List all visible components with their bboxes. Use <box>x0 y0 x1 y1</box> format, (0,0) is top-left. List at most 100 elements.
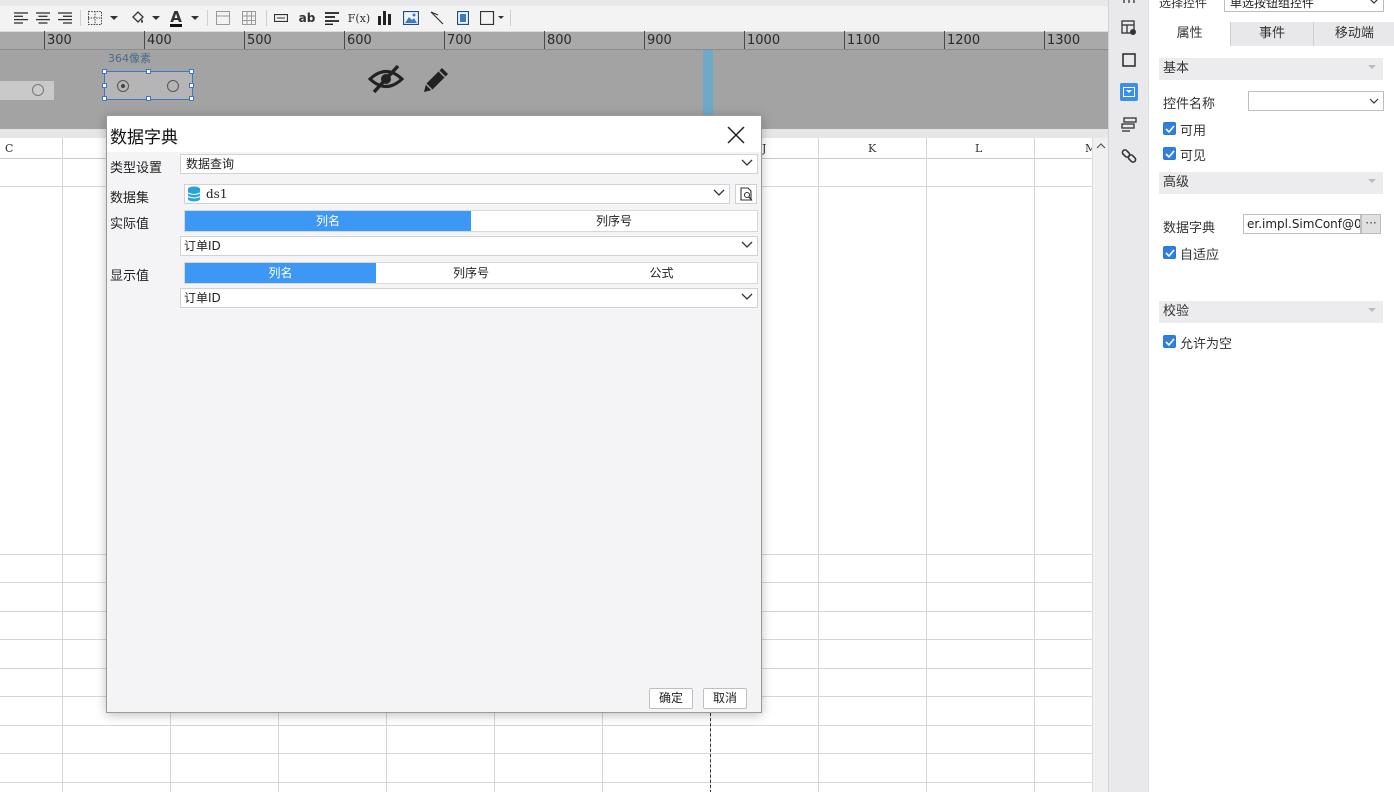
edit-pencil-icon[interactable] <box>420 64 452 99</box>
column-header[interactable]: J <box>762 142 766 155</box>
merge-cells-icon[interactable] <box>214 9 232 27</box>
resize-handle[interactable] <box>102 69 107 74</box>
fill-color-icon[interactable] <box>130 9 160 27</box>
chevron-down-icon <box>1369 98 1379 104</box>
widget-frame-icon[interactable] <box>1120 51 1138 69</box>
align-center-icon[interactable] <box>35 9 51 27</box>
column-header[interactable]: L <box>975 142 982 155</box>
widget-name-input[interactable] <box>1248 91 1384 111</box>
display-value-label: 显示值 <box>110 269 150 284</box>
slash-line-icon[interactable] <box>428 9 446 27</box>
dialog-close-button[interactable] <box>725 124 747 146</box>
cancel-button[interactable]: 取消 <box>703 688 747 709</box>
tab-events[interactable]: 事件 <box>1231 22 1314 46</box>
hidden-eye-icon[interactable] <box>367 64 405 97</box>
hyperlink-icon[interactable] <box>1120 147 1138 165</box>
radio-unselected-icon <box>167 80 179 92</box>
actual-mode-column-name[interactable]: 列名 <box>185 211 471 231</box>
adaptive-checkbox[interactable] <box>1163 246 1176 259</box>
visible-checkbox[interactable] <box>1163 147 1176 160</box>
column-header[interactable]: C <box>5 142 13 155</box>
grid-line <box>0 753 1092 754</box>
ruler-label: 1300 <box>1047 33 1081 48</box>
tab-properties[interactable]: 属性 <box>1149 22 1232 46</box>
align-right-icon[interactable] <box>57 9 73 27</box>
grid-line <box>0 782 1092 783</box>
ruler-tick <box>344 31 345 49</box>
selected-radio-group-widget[interactable] <box>102 69 194 101</box>
sheet-vertical-scrollbar[interactable] <box>1092 138 1108 792</box>
ruler-label: 800 <box>547 33 572 48</box>
resize-handle[interactable] <box>189 96 194 101</box>
text-label-glyph: ab <box>298 11 316 25</box>
display-mode-column-name[interactable]: 列名 <box>185 263 376 283</box>
section-advanced-title: 高级 <box>1163 175 1190 190</box>
chevron-down-icon <box>741 241 753 248</box>
dialog-title: 数据字典 <box>110 128 178 148</box>
widget-settings-icon[interactable] <box>1120 83 1138 101</box>
ruler-tick <box>144 31 145 49</box>
condition-attribute-icon[interactable] <box>1120 115 1138 133</box>
data-dict-edit-button[interactable]: ··· <box>1361 214 1381 234</box>
align-left-icon[interactable] <box>13 9 29 27</box>
allow-empty-checkbox[interactable] <box>1163 335 1176 348</box>
data-dict-input[interactable]: er.impl.SimConf@0]] <box>1243 214 1361 234</box>
cell-attribute-icon[interactable] <box>1120 19 1138 37</box>
horizontal-ruler: 300 400 500 600 700 800 900 1000 1100 12… <box>0 31 1108 50</box>
ruler-label: 300 <box>47 33 72 48</box>
toolbar-separator <box>207 10 208 26</box>
resize-handle[interactable] <box>102 83 107 88</box>
border-grid-icon[interactable] <box>88 9 118 27</box>
cell-element-icon[interactable] <box>1120 0 1138 8</box>
dataset-preview-button[interactable] <box>735 184 757 204</box>
split-cells-icon[interactable] <box>240 9 258 27</box>
database-icon <box>187 186 201 202</box>
dataset-value: ds1 <box>206 187 228 201</box>
image-icon[interactable] <box>401 9 421 27</box>
format-toolbar: A ab F(x) <box>0 0 1108 32</box>
enabled-checkbox[interactable] <box>1163 122 1176 135</box>
dataset-select[interactable]: ds1 <box>184 184 730 204</box>
formula-glyph: F(x) <box>347 11 371 25</box>
scroll-up-icon[interactable] <box>1096 142 1106 150</box>
section-advanced[interactable]: 高级 <box>1159 172 1383 194</box>
grid-line <box>926 138 927 792</box>
section-basic[interactable]: 基本 <box>1159 58 1383 80</box>
resize-handle[interactable] <box>189 69 194 74</box>
grid-line <box>818 138 819 792</box>
resize-handle[interactable] <box>189 83 194 88</box>
actual-value-select[interactable]: 订单ID <box>180 236 758 256</box>
font-color-icon[interactable]: A <box>169 9 201 27</box>
bar-chart-icon[interactable] <box>376 9 394 27</box>
section-basic-title: 基本 <box>1163 61 1190 76</box>
resize-handle[interactable] <box>146 69 151 74</box>
chevron-down-icon <box>1370 0 1378 4</box>
column-header[interactable]: M <box>1085 142 1092 155</box>
type-setting-select[interactable]: 数据查询 <box>180 154 758 174</box>
display-mode-formula[interactable]: 公式 <box>566 263 757 283</box>
paragraph-icon[interactable] <box>323 9 341 27</box>
display-value-select[interactable]: 订单ID <box>180 288 758 308</box>
select-widget-combo[interactable]: 单选按钮组控件 <box>1224 0 1384 12</box>
ok-button[interactable]: 确定 <box>649 688 693 709</box>
widget-icon[interactable] <box>454 9 472 27</box>
check-icon <box>1165 249 1175 258</box>
display-mode-column-index[interactable]: 列序号 <box>376 263 566 283</box>
formula-icon[interactable]: F(x) <box>347 9 371 27</box>
ruler-label: 1100 <box>847 33 881 48</box>
section-validation[interactable]: 校验 <box>1159 301 1383 323</box>
text-field-icon[interactable] <box>272 9 290 27</box>
radio-widget-partial[interactable] <box>0 81 54 100</box>
dialog-title-bar[interactable]: 数据字典 <box>107 116 761 152</box>
data-dictionary-dialog: 数据字典 类型设置 数据查询 数据集 ds1 实际值 列名 列序号 订单ID 显… <box>106 115 762 713</box>
resize-handle[interactable] <box>146 96 151 101</box>
column-header[interactable]: K <box>868 142 876 155</box>
toolbar-top-strip <box>0 0 1108 6</box>
tab-mobile[interactable]: 移动端 <box>1313 22 1394 46</box>
cell-border-icon[interactable] <box>480 9 506 27</box>
chevron-down-icon <box>741 293 753 300</box>
close-icon <box>727 126 745 144</box>
text-label-icon[interactable]: ab <box>297 9 317 27</box>
actual-mode-column-index[interactable]: 列序号 <box>471 211 757 231</box>
resize-handle[interactable] <box>102 96 107 101</box>
